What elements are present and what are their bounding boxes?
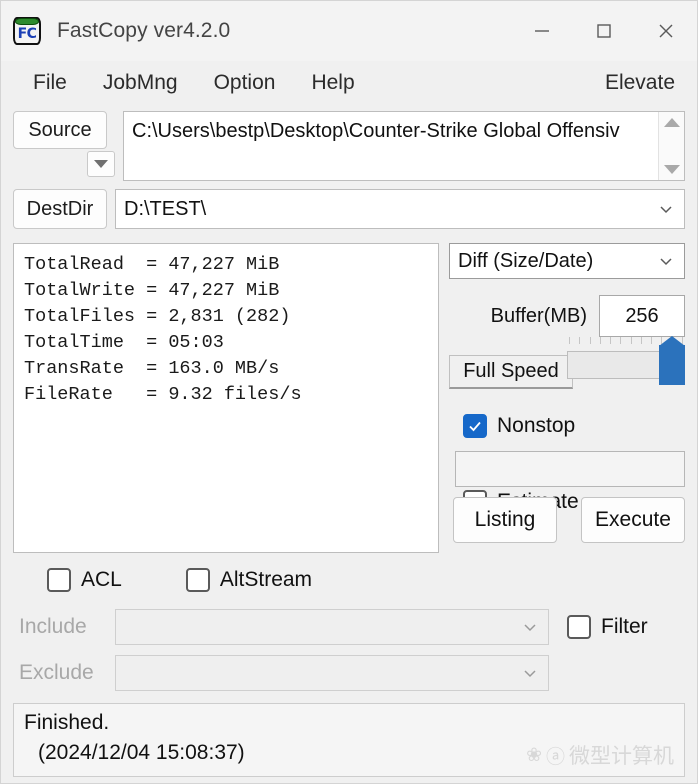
filter-label: Filter: [601, 615, 648, 639]
close-icon[interactable]: [635, 1, 697, 61]
source-path-text: C:\Users\bestp\Desktop\Counter-Strike Gl…: [124, 112, 658, 180]
source-button[interactable]: Source: [13, 111, 107, 149]
source-row: Source C:\Users\bestp\Desktop\Counter-St…: [13, 111, 685, 181]
speed-label: Full Speed: [449, 355, 573, 389]
nonstop-label: Nonstop: [497, 414, 575, 438]
acl-label: ACL: [81, 568, 122, 592]
source-left: Source: [13, 111, 115, 149]
checkbox-row-acl[interactable]: ACL: [47, 568, 122, 592]
buffer-input[interactable]: 256: [599, 295, 685, 337]
altstream-checkbox[interactable]: [186, 568, 210, 592]
scroll-up-arrow-icon[interactable]: [664, 118, 680, 127]
buffer-row: Buffer(MB) 256: [449, 295, 685, 337]
chevron-down-icon[interactable]: [520, 664, 540, 682]
listing-button[interactable]: Listing: [453, 497, 557, 543]
source-history-dropdown-button[interactable]: [87, 151, 115, 177]
minimize-icon[interactable]: [511, 1, 573, 61]
action-button-row: Listing Execute: [453, 497, 685, 543]
title-bar: FC FastCopy ver4.2.0: [1, 1, 697, 61]
middle-section: TotalRead = 47,227 MiB TotalWrite = 47,2…: [13, 243, 685, 553]
chevron-down-icon[interactable]: [656, 252, 676, 270]
watermark: ❀ ⓐ 微型计算机: [526, 740, 674, 770]
speed-slider[interactable]: [567, 337, 685, 389]
menu-item-option[interactable]: Option: [200, 69, 290, 97]
checkbox-row-altstream[interactable]: AltStream: [186, 568, 312, 592]
speed-row: Full Speed: [449, 351, 685, 389]
fastcopy-window: FC FastCopy ver4.2.0 File JobMng Option …: [0, 0, 698, 784]
source-scrollbar[interactable]: [658, 112, 684, 180]
menu-item-jobmng[interactable]: JobMng: [89, 69, 192, 97]
chevron-down-icon[interactable]: [656, 200, 676, 218]
destdir-path-field[interactable]: D:\TEST\: [115, 189, 685, 229]
include-row: Include Filter: [13, 607, 685, 647]
destdir-path-text: D:\TEST\: [124, 198, 656, 221]
checkbox-row-nonstop[interactable]: Nonstop: [463, 407, 685, 445]
progress-bar: [455, 451, 685, 487]
altstream-label: AltStream: [220, 568, 312, 592]
window-controls: [511, 1, 697, 61]
options-panel: Diff (Size/Date) Buffer(MB) 256 Full Spe…: [449, 243, 685, 553]
flags-row: ACL AltStream: [13, 559, 685, 601]
copy-mode-value: Diff (Size/Date): [458, 250, 656, 273]
main-body: Source C:\Users\bestp\Desktop\Counter-St…: [1, 105, 697, 693]
watermark-text: 微型计算机: [569, 740, 674, 770]
fastcopy-drum-icon: FC: [11, 15, 43, 47]
menu-item-help[interactable]: Help: [297, 69, 368, 97]
destdir-button[interactable]: DestDir: [13, 189, 107, 229]
exclude-row: Exclude: [13, 653, 685, 693]
at-icon: ⓐ: [546, 742, 565, 769]
destdir-row: DestDir D:\TEST\: [13, 189, 685, 229]
include-input[interactable]: [115, 609, 549, 645]
source-path-field[interactable]: C:\Users\bestp\Desktop\Counter-Strike Gl…: [123, 111, 685, 181]
execute-button[interactable]: Execute: [581, 497, 685, 543]
status-bar: Finished. (2024/12/04 15:08:37) ❀ ⓐ 微型计算…: [13, 703, 685, 777]
status-line-1: Finished.: [24, 708, 674, 738]
triangle-down-icon: [94, 160, 108, 168]
buffer-label: Buffer(MB): [449, 305, 599, 328]
window-title: FastCopy ver4.2.0: [57, 19, 230, 43]
maximize-icon[interactable]: [573, 1, 635, 61]
exclude-input[interactable]: [115, 655, 549, 691]
filter-checkbox-cell: Filter: [549, 615, 685, 639]
transfer-statistics-panel: TotalRead = 47,227 MiB TotalWrite = 47,2…: [13, 243, 439, 553]
paw-icon: ❀: [526, 744, 542, 766]
include-label: Include: [13, 615, 107, 639]
filter-checkbox[interactable]: [567, 615, 591, 639]
copy-mode-select[interactable]: Diff (Size/Date): [449, 243, 685, 279]
speed-slider-thumb[interactable]: [659, 345, 685, 385]
scroll-down-arrow-icon[interactable]: [664, 165, 680, 174]
nonstop-checkbox[interactable]: [463, 414, 487, 438]
menu-item-elevate[interactable]: Elevate: [599, 69, 681, 97]
acl-checkbox[interactable]: [47, 568, 71, 592]
menu-item-file[interactable]: File: [19, 69, 81, 97]
exclude-label: Exclude: [13, 661, 107, 685]
chevron-down-icon[interactable]: [520, 618, 540, 636]
menu-bar: File JobMng Option Help Elevate: [1, 61, 697, 105]
